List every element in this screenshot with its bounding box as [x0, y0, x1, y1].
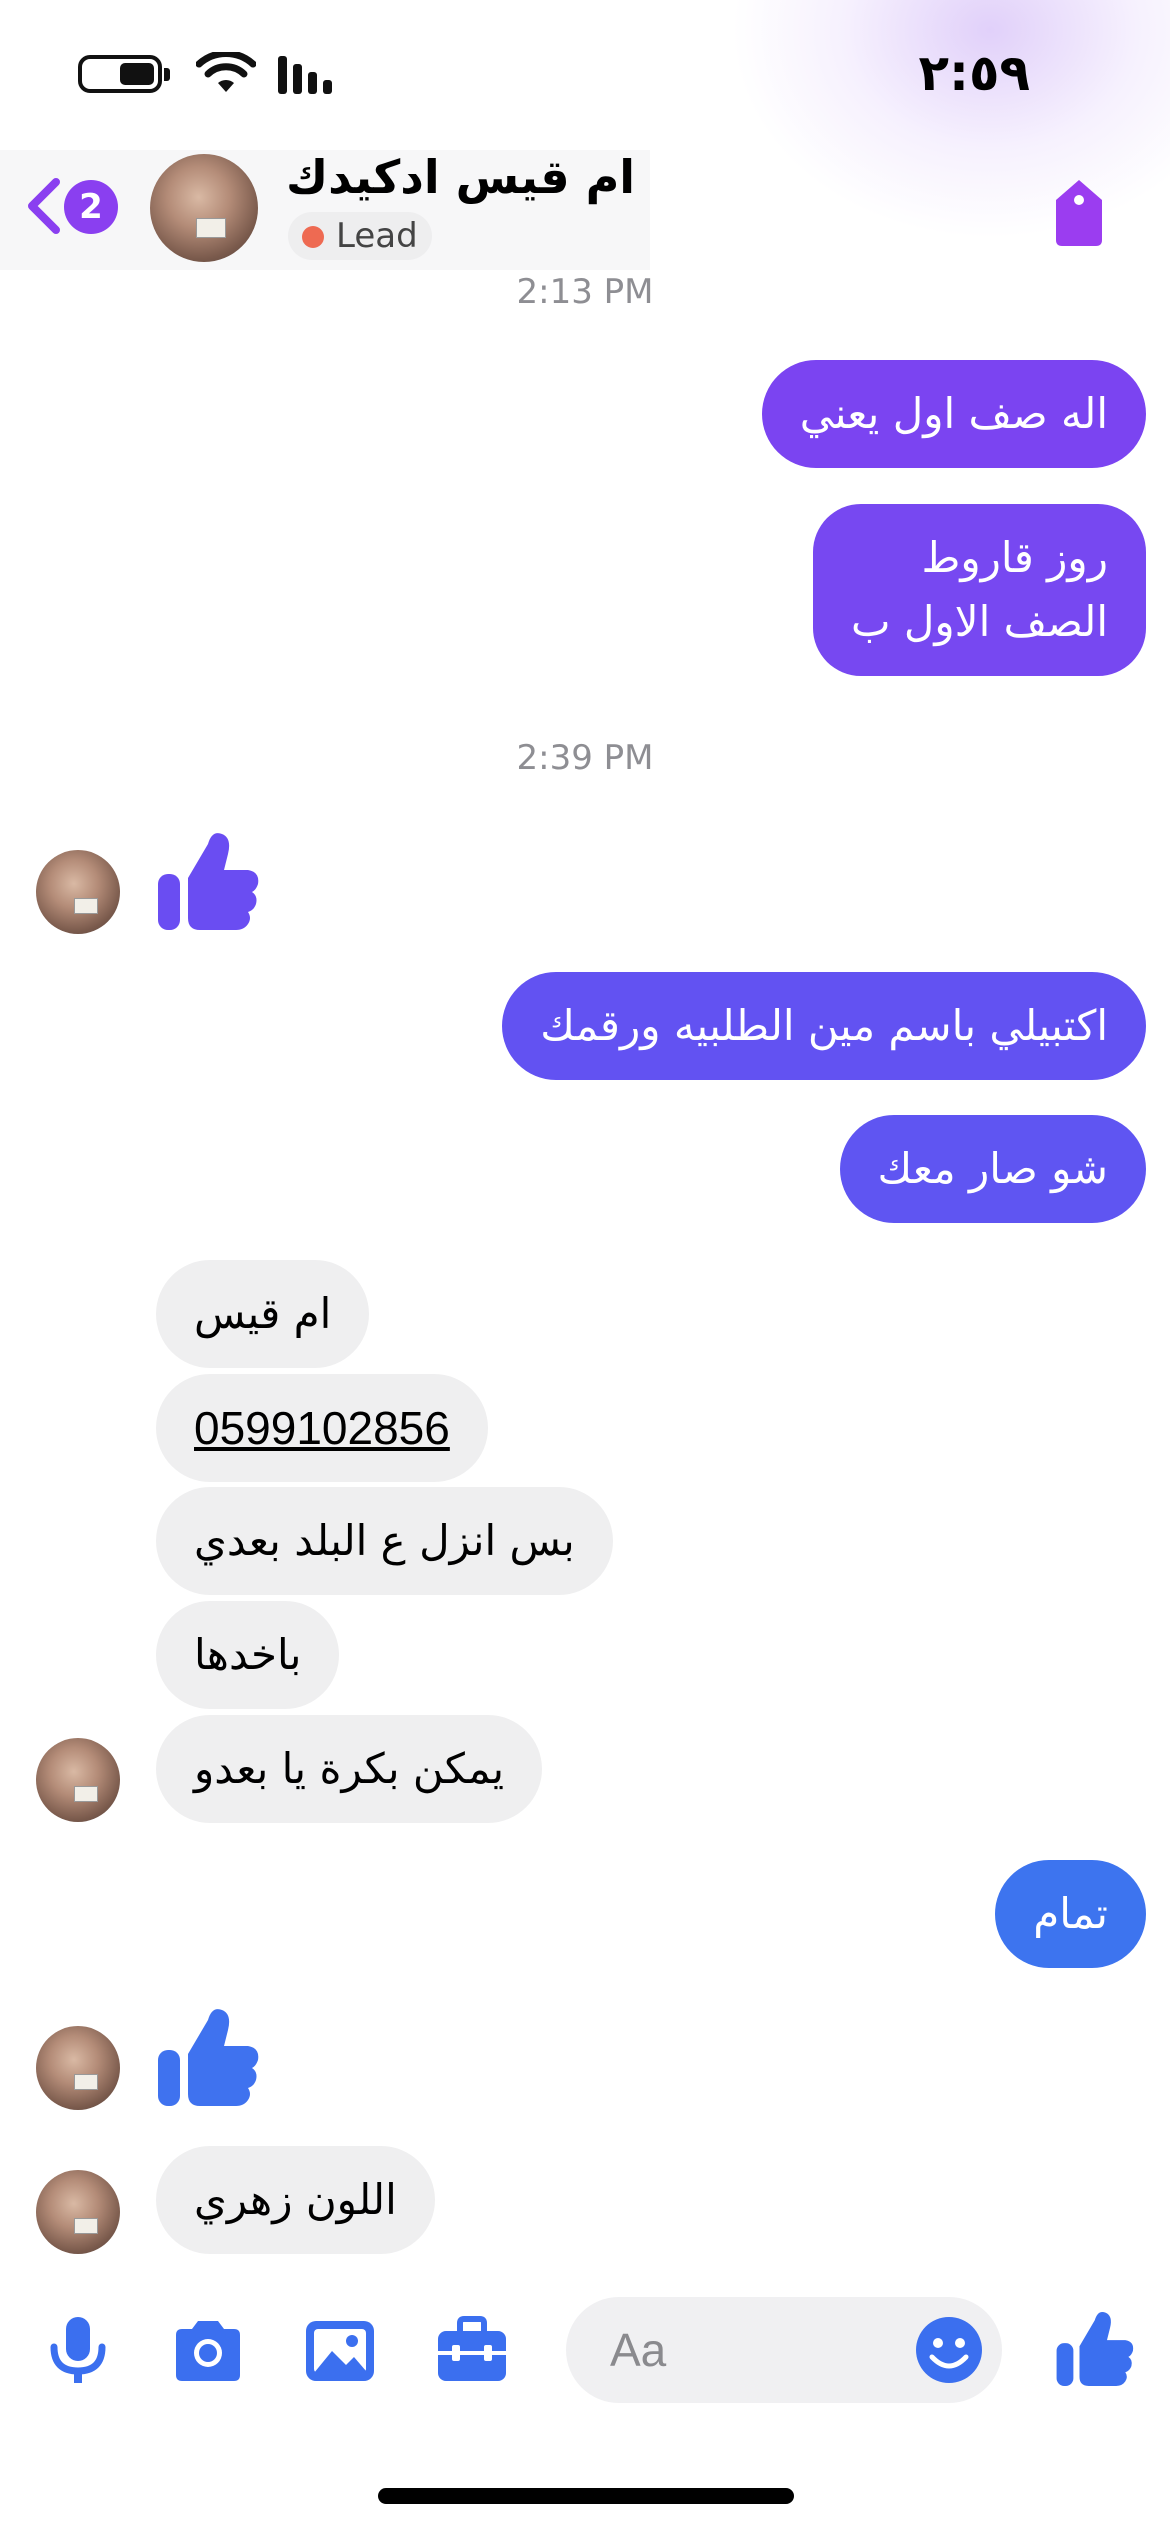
gallery-icon[interactable] — [302, 2313, 378, 2389]
message-text-line: الصف الاول ب — [850, 597, 1108, 646]
timestamp: 2:13 PM — [516, 272, 654, 312]
message-text: باخدها — [194, 1630, 302, 1679]
unread-count-badge: 2 — [64, 180, 118, 234]
thumbs-up-icon[interactable] — [152, 824, 262, 934]
status-bar: ٢:٥٩ — [0, 0, 1170, 240]
incoming-message[interactable]: اللون زهري — [156, 2146, 435, 2254]
home-indicator[interactable] — [378, 2488, 794, 2504]
back-button[interactable]: 2 — [24, 170, 124, 242]
message-text: ام قيس — [194, 1289, 332, 1338]
message-input-placeholder: Aa — [610, 2324, 667, 2376]
toolbox-icon[interactable] — [434, 2313, 510, 2389]
messenger-chat-screen: ٢:٥٩ 2 ام قيس ادكيدك Lead 2:13 PM اله صف… — [0, 0, 1170, 2532]
incoming-message-phone[interactable]: 0599102856 — [156, 1374, 488, 1482]
tag-icon[interactable] — [1050, 178, 1108, 248]
camera-icon[interactable] — [170, 2313, 246, 2389]
message-text: اللون زهري — [194, 2175, 397, 2224]
message-text: يمكن بكرة يا بعدو — [194, 1744, 505, 1793]
outgoing-message[interactable]: اله صف اول يعني — [761, 360, 1146, 468]
status-icons — [78, 52, 338, 96]
sender-avatar[interactable] — [36, 1738, 120, 1822]
lead-label-chip[interactable]: Lead — [288, 212, 432, 260]
sender-avatar[interactable] — [36, 2170, 120, 2254]
signal-icon — [278, 54, 338, 94]
contact-name[interactable]: ام قيس ادكيدك — [286, 150, 635, 204]
battery-icon — [78, 55, 170, 93]
outgoing-message[interactable]: شو صار معك — [839, 1115, 1146, 1223]
sender-avatar[interactable] — [36, 2026, 120, 2110]
message-text-line: روز قاروط — [921, 533, 1108, 582]
outgoing-message[interactable]: روز قاروط الصف الاول ب — [812, 504, 1146, 676]
lead-status-dot — [302, 226, 324, 248]
incoming-message[interactable]: ام قيس — [156, 1260, 370, 1368]
contact-avatar[interactable] — [150, 154, 258, 262]
incoming-message[interactable]: يمكن بكرة يا بعدو — [156, 1715, 543, 1823]
wifi-icon — [196, 52, 256, 92]
incoming-message[interactable]: باخدها — [156, 1601, 340, 1709]
status-time: ٢:٥٩ — [918, 44, 1030, 102]
message-text: بس انزل ع البلد بعدي — [194, 1516, 575, 1565]
like-icon[interactable] — [1052, 2305, 1136, 2389]
message-text: شو صار معك — [877, 1144, 1109, 1193]
sender-avatar[interactable] — [36, 850, 120, 934]
message-input[interactable]: Aa — [566, 2297, 1002, 2403]
outgoing-message[interactable]: تمام — [995, 1860, 1146, 1968]
chat-header: 2 ام قيس ادكيدك Lead — [0, 150, 1170, 270]
emoji-icon[interactable] — [914, 2315, 984, 2385]
message-text: اكتبيلي باسم مين الطلبيه ورقمك — [540, 1001, 1108, 1050]
mic-icon[interactable] — [40, 2313, 116, 2389]
message-text: تمام — [1033, 1889, 1108, 1938]
timestamp: 2:39 PM — [516, 738, 654, 778]
message-text: اله صف اول يعني — [799, 389, 1108, 438]
phone-number-link[interactable]: 0599102856 — [194, 1402, 450, 1454]
incoming-message[interactable]: بس انزل ع البلد بعدي — [156, 1487, 613, 1595]
message-composer: Aa — [0, 2285, 1170, 2415]
thumbs-up-icon[interactable] — [152, 2000, 262, 2110]
chevron-left-icon — [28, 178, 60, 234]
lead-label-text: Lead — [336, 216, 418, 256]
outgoing-message[interactable]: اكتبيلي باسم مين الطلبيه ورقمك — [502, 972, 1146, 1080]
